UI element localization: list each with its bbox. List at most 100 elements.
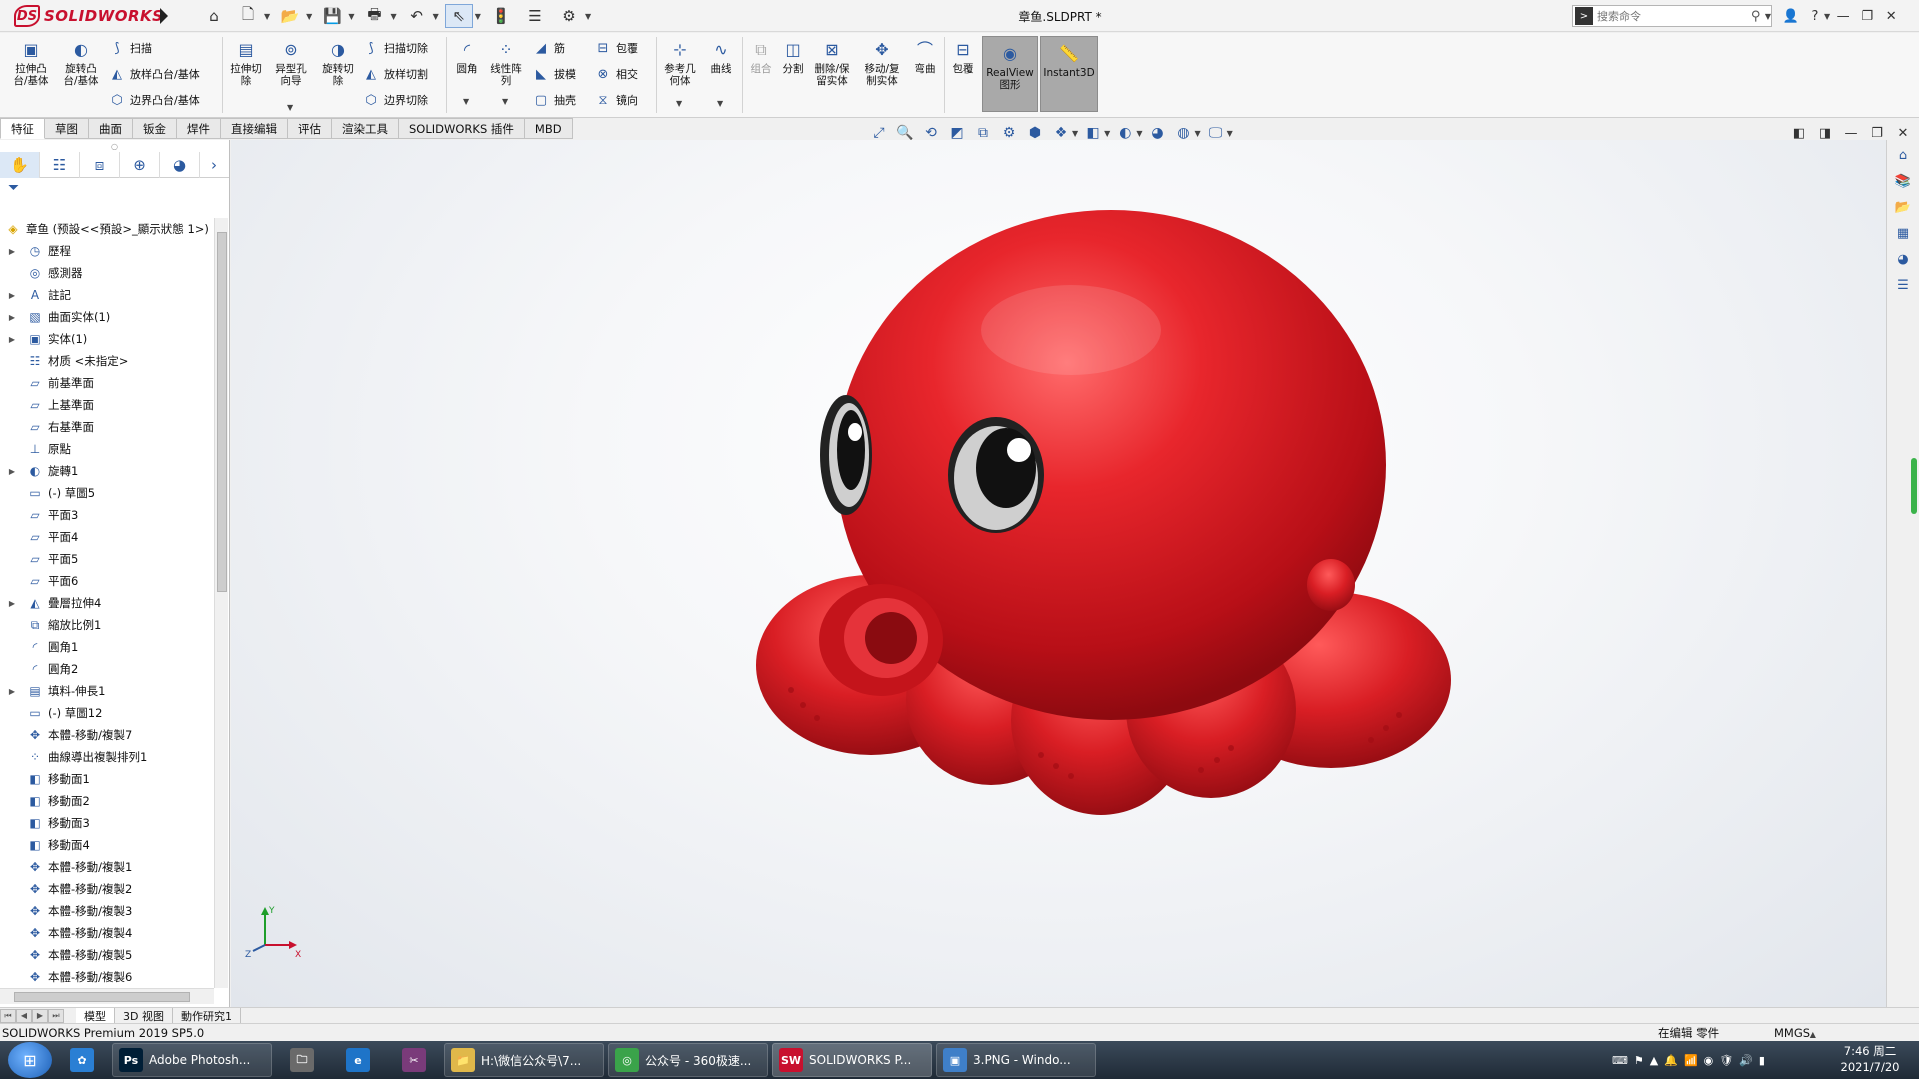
more-tabs-chevron-icon[interactable]: › [200, 152, 228, 178]
pinned-folder-icon[interactable]: 🗀 [276, 1043, 328, 1077]
tab-direct-editing[interactable]: 直接编辑 [221, 118, 288, 139]
extrude-boss-button[interactable]: ▣ 拉伸凸 台/基体 [8, 39, 54, 88]
unit-system[interactable]: MMGS ▲ [1774, 1026, 1816, 1040]
boundary-cut-button[interactable]: ⬡ 边界切除 [362, 89, 428, 111]
select-dropdown-caret[interactable]: ▼ [475, 12, 481, 21]
taskbar-window-button[interactable]: ▣ 3.PNG - Windo... [936, 1043, 1096, 1077]
ref-geometry-dropdown[interactable]: ▼ [676, 99, 682, 108]
tree-item[interactable]: ▶ ◐ 旋轉1 [0, 460, 214, 482]
solidworks-logo[interactable]: DS SOLIDWORKS [14, 4, 163, 28]
tree-horizontal-scrollbar[interactable] [0, 988, 214, 1004]
tab-mbd[interactable]: MBD [524, 118, 573, 139]
shell-button[interactable]: ▢ 抽壳 [532, 89, 576, 111]
undo-dropdown-caret[interactable]: ▼ [433, 12, 439, 21]
search-dropdown-caret[interactable]: ▼ [1765, 12, 1771, 21]
view-settings-icon[interactable]: ◕ [1146, 123, 1168, 143]
taskbar-window-button[interactable]: SW SOLIDWORKS P... [772, 1043, 932, 1077]
first-tab-icon[interactable]: ⏮ [0, 1008, 16, 1023]
view-palette-icon[interactable]: ▦ [1891, 222, 1915, 244]
tree-item[interactable]: ◜ 圓角1 [0, 636, 214, 658]
curves-dropdown[interactable]: ▼ [717, 99, 723, 108]
tree-item[interactable]: ▶ ◭ 疊層拉伸4 [0, 592, 214, 614]
instant3d-button[interactable]: 📏 Instant3D [1040, 36, 1098, 112]
scroll-thumb[interactable] [217, 232, 227, 592]
tree-item[interactable]: ◧ 移動面2 [0, 790, 214, 812]
curves-button[interactable]: ∿ 曲线 [704, 39, 738, 76]
hole-wizard-button[interactable]: ⊚ 异型孔 向导 [270, 39, 312, 88]
scene-dropdown[interactable]: ▼ [1136, 129, 1142, 138]
tree-item[interactable]: ▶ A 註記 [0, 284, 214, 306]
prev-tab-icon[interactable]: ◀ [16, 1008, 32, 1023]
tab-weldments[interactable]: 焊件 [177, 118, 221, 139]
tree-item[interactable]: ▱ 前基準面 [0, 372, 214, 394]
revolve-cut-button[interactable]: ◑ 旋转切除 [318, 39, 358, 88]
tree-item[interactable]: ▶ ▣ 实体(1) [0, 328, 214, 350]
tab-evaluate[interactable]: 评估 [288, 118, 332, 139]
last-tab-icon[interactable]: ⏭ [48, 1008, 64, 1023]
tree-item[interactable]: ◎ 感測器 [0, 262, 214, 284]
draft-button[interactable]: ◣ 拔模 [532, 63, 576, 85]
filter-icon[interactable]: ⏷ [0, 178, 229, 198]
file-explorer-icon[interactable]: 📂 [1891, 196, 1915, 218]
display-style-icon[interactable]: ⬢ [1024, 123, 1046, 143]
extrude-cut-button[interactable]: ▤ 拉伸切除 [226, 39, 266, 88]
new-doc-icon[interactable]: 🗋 [234, 4, 262, 28]
expand-arrow-icon[interactable]: ▶ [6, 467, 18, 476]
tab-solidworks-addins[interactable]: SOLIDWORKS 插件 [399, 118, 525, 139]
solidworks-resources-icon[interactable]: ⌂ [1891, 144, 1915, 166]
print-icon[interactable]: 🖶 [360, 4, 388, 28]
restore-icon[interactable]: ❐ [1856, 5, 1878, 27]
mirror-button[interactable]: ⧖ 镜向 [594, 89, 638, 111]
save-dropdown-caret[interactable]: ▼ [348, 12, 354, 21]
pinned-tool-icon[interactable]: ✂ [388, 1043, 440, 1077]
move-copy-body-button[interactable]: ✥ 移动/复 制实体 [860, 39, 904, 88]
expand-arrow-icon[interactable]: ▶ [6, 599, 18, 608]
network-icon[interactable]: 📶 [1684, 1054, 1698, 1067]
fillet-dropdown[interactable]: ▼ [463, 97, 469, 106]
tree-vertical-scrollbar[interactable] [214, 218, 228, 988]
linear-pattern-button[interactable]: ⁘ 线性阵列 [486, 39, 526, 88]
tab-3d-views[interactable]: 3D 视图 [115, 1008, 173, 1023]
expand-arrow-icon[interactable]: ▶ [6, 291, 18, 300]
tree-item[interactable]: ◧ 移動面1 [0, 768, 214, 790]
tree-item[interactable]: ⁘ 曲線導出複製排列1 [0, 746, 214, 768]
view-orientation-icon[interactable]: ⚙ [998, 123, 1020, 143]
custom-properties-icon[interactable]: ☰ [1891, 274, 1915, 296]
tree-item[interactable]: ◜ 圓角2 [0, 658, 214, 680]
start-button-icon[interactable]: ⊞ [8, 1042, 52, 1078]
expand-arrow-icon[interactable]: ▶ [6, 687, 18, 696]
expand-arrow-icon[interactable]: ▶ [6, 335, 18, 344]
rebuild-icon[interactable]: 🚦 [487, 4, 515, 28]
open-dropdown-caret[interactable]: ▼ [306, 12, 312, 21]
tab-sketch[interactable]: 草图 [45, 118, 89, 139]
tree-item[interactable]: ▱ 平面3 [0, 504, 214, 526]
tree-item[interactable]: ▱ 平面5 [0, 548, 214, 570]
notification-icon[interactable]: 🔔 [1664, 1054, 1678, 1067]
section-view-icon[interactable]: ◩ [946, 123, 968, 143]
sweep-button[interactable]: ⟆ 扫描 [108, 37, 152, 59]
hide-show-dropdown[interactable]: ▼ [1072, 129, 1078, 138]
tab-render-tools[interactable]: 渲染工具 [332, 118, 399, 139]
minimize-icon[interactable]: — [1832, 5, 1854, 27]
search-input[interactable] [1593, 9, 1751, 23]
revolve-boss-button[interactable]: ◐ 旋转凸 台/基体 [58, 39, 104, 88]
appearance-dropdown[interactable]: ▼ [1104, 129, 1110, 138]
tree-item[interactable]: ✥ 本體-移動/複製6 [0, 966, 214, 988]
sweep-cut-button[interactable]: ⟆ 扫描切除 [362, 37, 428, 59]
tab-surfaces[interactable]: 曲面 [89, 118, 133, 139]
edit-appearance-icon[interactable]: ◧ [1082, 123, 1104, 143]
volume-icon[interactable]: 🔊 [1739, 1054, 1753, 1067]
tree-item[interactable]: ▱ 上基準面 [0, 394, 214, 416]
octopus-model[interactable] [731, 210, 1471, 830]
undo-icon[interactable]: ↶ [403, 4, 431, 28]
tree-item[interactable]: ☷ 材质 <未指定> [0, 350, 214, 372]
tree-item[interactable]: ✥ 本體-移動/複製5 [0, 944, 214, 966]
taskbar-window-button[interactable]: ◎ 公众号 - 360极速... [608, 1043, 768, 1077]
tree-item[interactable]: ▶ ▧ 曲面实体(1) [0, 306, 214, 328]
open-icon[interactable]: 📂 [276, 4, 304, 28]
battery-icon[interactable]: ▮ [1759, 1054, 1765, 1067]
options-icon[interactable]: ⚙ [555, 4, 583, 28]
view-settings-dropdown[interactable]: ▼ [1194, 129, 1200, 138]
task-pane-slider[interactable] [1911, 458, 1917, 514]
tree-item[interactable]: ✥ 本體-移動/複製4 [0, 922, 214, 944]
